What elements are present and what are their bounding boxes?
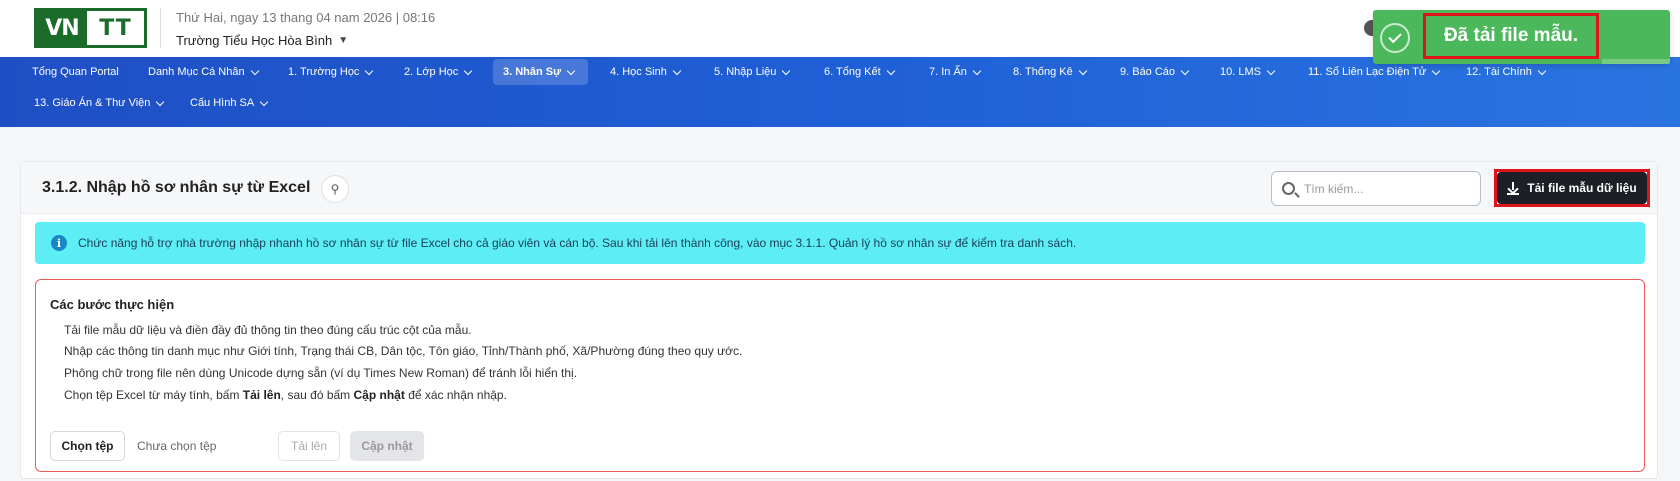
nav-label: 11. Sổ Liên Lạc Điện Tử xyxy=(1308,66,1427,78)
step-text: , sau đó bấm xyxy=(280,388,354,402)
file-status: Chưa chọn tệp xyxy=(137,439,217,453)
current-date: Thứ Hai, ngay 13 thang 04 nam 2026 | 08:… xyxy=(176,10,436,25)
step-text: Chọn tệp Excel từ máy tính, bấm xyxy=(64,388,243,402)
info-text: Chức năng hỗ trợ nhà trường nhập nhanh h… xyxy=(78,236,1077,250)
nav-label: 8. Thống Kê xyxy=(1013,66,1073,78)
nav-label: 10. LMS xyxy=(1220,66,1261,78)
school-selector[interactable]: Trường Tiểu Học Hòa Bình ▼ xyxy=(176,33,348,48)
search-box[interactable] xyxy=(1271,171,1481,206)
nav-item-nhan-su[interactable]: 3. Nhân Sự xyxy=(493,59,588,85)
steps-title: Các bước thực hiện xyxy=(50,297,175,312)
step-item: Tải file mẫu dữ liệu và điền đầy đủ thôn… xyxy=(64,323,472,337)
school-name: Trường Tiểu Học Hòa Bình xyxy=(176,33,333,48)
download-template-button[interactable]: Tải file mẫu dữ liệu xyxy=(1497,172,1647,204)
nav-item-nhap-lieu[interactable]: 5. Nhập Liệu xyxy=(704,59,799,85)
nav-label: 3. Nhân Sự xyxy=(503,66,562,78)
chevron-down-icon xyxy=(1078,66,1087,75)
upload-button[interactable]: Tải lên xyxy=(278,431,340,461)
chevron-down-icon xyxy=(259,97,269,106)
step-item: Phông chữ trong file nên dùng Unicode dự… xyxy=(64,366,578,380)
chevron-down-icon xyxy=(156,97,165,106)
chevron-down-icon xyxy=(1537,66,1547,75)
check-circle-icon xyxy=(1380,23,1410,53)
vntt-logo[interactable]: VN TT xyxy=(34,8,147,48)
nav-item-cau-hinh-sa[interactable]: Cấu Hình SA xyxy=(180,90,277,116)
caret-down-icon: ▼ xyxy=(338,35,349,46)
nav-label: 6. Tổng Kết xyxy=(824,66,881,78)
chevron-down-icon xyxy=(886,66,895,75)
nav-item-bao-cao[interactable]: 9. Báo Cáo xyxy=(1110,59,1198,85)
toast-message: Đã tải file mẫu. xyxy=(1443,25,1579,46)
chevron-down-icon xyxy=(464,66,473,75)
divider xyxy=(160,8,161,48)
download-template-label: Tải file mẫu dữ liệu xyxy=(1527,181,1637,195)
nav-label: 4. Học Sinh xyxy=(610,66,667,78)
choose-file-button[interactable]: Chọn tệp xyxy=(50,431,125,461)
chevron-down-icon xyxy=(1180,66,1190,75)
step-text: để xác nhận nhập. xyxy=(404,388,507,402)
nav-item-tong-ket[interactable]: 6. Tổng Kết xyxy=(814,59,904,85)
step-bold-text: Cập nhật xyxy=(353,388,405,402)
steps-panel: Các bước thực hiện Tải file mẫu dữ liệu … xyxy=(35,279,1645,472)
info-icon: i xyxy=(51,235,67,251)
download-icon xyxy=(1507,182,1520,195)
chevron-down-icon xyxy=(1266,66,1276,75)
nav-item-hoc-sinh[interactable]: 4. Học Sinh xyxy=(600,59,690,85)
nav-label: Cấu Hình SA xyxy=(190,97,255,109)
nav-label: 12. Tài Chính xyxy=(1466,66,1532,78)
chevron-down-icon xyxy=(250,66,259,75)
step-item: Nhập các thông tin danh mục như Giới tín… xyxy=(64,344,743,358)
nav-label: 13. Giáo Án & Thư Viện xyxy=(34,97,151,109)
chevron-down-icon xyxy=(365,66,374,75)
nav-item-lop-hoc[interactable]: 2. Lớp Học xyxy=(394,59,481,85)
chevron-down-icon xyxy=(972,66,982,75)
nav-label: 1. Trường Học xyxy=(288,66,360,78)
update-button[interactable]: Cập nhật xyxy=(350,431,424,461)
logo-right-text: TT xyxy=(99,15,132,41)
page-title: 3.1.2. Nhập hồ sơ nhân sự từ Excel xyxy=(42,179,311,196)
main-nav: Tổng Quan Portal Danh Mục Cá Nhân 1. Trư… xyxy=(0,57,1680,127)
nav-item-thong-ke[interactable]: 8. Thống Kê xyxy=(1003,59,1096,85)
search-icon xyxy=(1282,182,1295,195)
nav-item-in-an[interactable]: 7. In Ấn xyxy=(919,59,990,85)
info-alert: i Chức năng hỗ trợ nhà trường nhập nhanh… xyxy=(35,222,1645,264)
chevron-down-icon xyxy=(782,66,791,75)
pin-icon: ⚲ xyxy=(330,182,340,196)
success-toast[interactable]: Đã tải file mẫu. xyxy=(1373,10,1670,64)
chevron-down-icon xyxy=(566,66,576,75)
logo-left-text: VN xyxy=(37,11,87,45)
card-header: 3.1.2. Nhập hồ sơ nhân sự từ Excel ⚲ Tải… xyxy=(21,162,1657,214)
pin-button[interactable]: ⚲ xyxy=(321,175,349,203)
search-input[interactable] xyxy=(1304,181,1464,196)
nav-label: 5. Nhập Liệu xyxy=(714,66,777,78)
nav-item-danh-muc-ca-nhan[interactable]: Danh Mục Cá Nhân xyxy=(138,59,268,85)
step-item: Chọn tệp Excel từ máy tính, bấm Tải lên,… xyxy=(64,388,507,402)
nav-item-giao-an[interactable]: 13. Giáo Án & Thư Viện xyxy=(24,90,173,116)
nav-label: 2. Lớp Học xyxy=(404,66,459,78)
chevron-down-icon xyxy=(672,66,682,75)
toast-progress-bar xyxy=(1602,59,1670,64)
toast-message-box: Đã tải file mẫu. xyxy=(1423,13,1599,59)
import-card: 3.1.2. Nhập hồ sơ nhân sự từ Excel ⚲ Tải… xyxy=(20,161,1658,479)
nav-item-tong-quan-portal[interactable]: Tổng Quan Portal xyxy=(22,59,129,85)
nav-item-lms[interactable]: 10. LMS xyxy=(1210,59,1284,85)
nav-label: 7. In Ấn xyxy=(929,66,967,78)
nav-item-truong-hoc[interactable]: 1. Trường Học xyxy=(278,59,382,85)
step-bold-text: Tải lên xyxy=(242,388,281,402)
nav-label: Tổng Quan Portal xyxy=(32,66,119,78)
nav-label: Danh Mục Cá Nhân xyxy=(148,66,245,78)
chevron-down-icon xyxy=(1432,66,1441,75)
nav-label: 9. Báo Cáo xyxy=(1120,66,1176,78)
